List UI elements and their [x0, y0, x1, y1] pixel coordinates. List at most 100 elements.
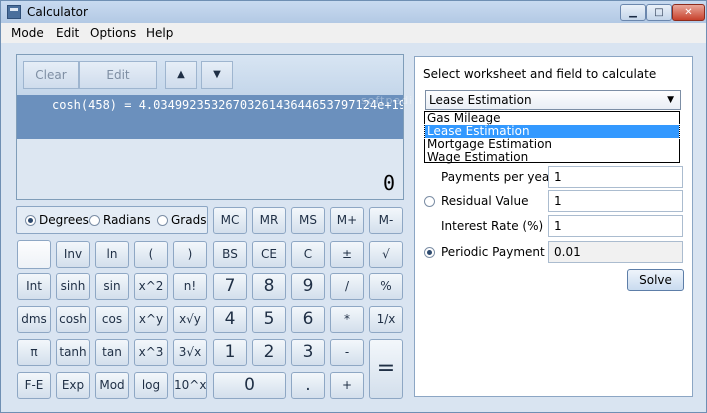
result-display: 0: [17, 139, 403, 199]
worksheet-select[interactable]: Lease Estimation ▼: [425, 90, 681, 110]
digit-1-key[interactable]: 1: [213, 339, 247, 366]
sin-key[interactable]: sin: [95, 273, 129, 300]
percent-key[interactable]: %: [369, 273, 403, 300]
digit-5-key[interactable]: 5: [252, 306, 286, 333]
digit-3-key[interactable]: 3: [291, 339, 325, 366]
radians-radio-indicator[interactable]: [89, 214, 100, 226]
payments-per-year-input[interactable]: 1: [548, 166, 683, 188]
inv-key[interactable]: Inv: [56, 241, 90, 268]
worksheet-header: Select worksheet and field to calculate: [423, 67, 657, 81]
factorial-key[interactable]: n!: [173, 273, 207, 300]
cos-key[interactable]: cos: [95, 306, 129, 333]
history-up-button[interactable]: ▲: [165, 61, 197, 89]
y-root-x-key[interactable]: x√y: [173, 306, 207, 333]
option-wage-estimation[interactable]: Wage Estimation: [425, 151, 679, 164]
equals-key[interactable]: =: [369, 339, 403, 399]
digit-6-key[interactable]: 6: [291, 306, 325, 333]
backspace-key[interactable]: BS: [213, 241, 247, 268]
payments-per-year-label: Payments per year: [441, 170, 555, 184]
residual-value-radio[interactable]: [424, 195, 435, 207]
history-list[interactable]: cosh(458) = 4.03499235326703261436446537…: [17, 95, 403, 139]
x-squared-key[interactable]: x^2: [134, 273, 168, 300]
exp-key[interactable]: Exp: [56, 372, 90, 399]
close-paren-key[interactable]: ): [173, 241, 207, 268]
clear-history-button[interactable]: Clear: [23, 61, 79, 89]
angle-mode-group: Degrees Radians Grads: [16, 206, 208, 234]
multiply-key[interactable]: *: [330, 306, 364, 333]
grads-label: Grads: [171, 213, 207, 227]
history-toolbar: Clear Edit ▲ ▼: [17, 55, 403, 95]
log-key[interactable]: log: [134, 372, 168, 399]
mc-key[interactable]: MC: [213, 207, 247, 234]
tanh-key[interactable]: tanh: [56, 339, 90, 366]
ce-key[interactable]: CE: [252, 241, 286, 268]
plus-minus-key[interactable]: ±: [330, 241, 364, 268]
menu-options[interactable]: Options: [90, 26, 136, 40]
grads-radio[interactable]: Grads: [157, 213, 206, 227]
ln-key[interactable]: ln: [95, 241, 129, 268]
menu-mode[interactable]: Mode: [11, 26, 44, 40]
m-minus-key[interactable]: M-: [369, 207, 403, 234]
periodic-payment-radio[interactable]: [424, 246, 435, 258]
menu-help[interactable]: Help: [146, 26, 173, 40]
digit-8-key[interactable]: 8: [252, 273, 286, 300]
pi-key[interactable]: π: [17, 339, 51, 366]
m-plus-key[interactable]: M+: [330, 207, 364, 234]
periodic-payment-row[interactable]: Periodic Payment: [424, 245, 545, 259]
radians-label: Radians: [103, 213, 151, 227]
cosh-key[interactable]: cosh: [56, 306, 90, 333]
divide-key[interactable]: /: [330, 273, 364, 300]
solve-button[interactable]: Solve: [627, 269, 684, 291]
history-entry[interactable]: cosh(458) = 4.03499235326703261436446537…: [52, 98, 403, 112]
menu-edit[interactable]: Edit: [56, 26, 79, 40]
maximize-button[interactable]: □: [646, 4, 672, 21]
blank-key[interactable]: [17, 240, 51, 269]
interest-rate-input[interactable]: 1: [548, 215, 683, 237]
grads-radio-indicator[interactable]: [157, 214, 168, 226]
history-down-button[interactable]: ▼: [201, 61, 233, 89]
c-key[interactable]: C: [291, 241, 325, 268]
mod-key[interactable]: Mod: [95, 372, 129, 399]
degrees-radio-indicator[interactable]: [25, 214, 36, 226]
fe-key[interactable]: F-E: [17, 372, 51, 399]
periodic-payment-label: Periodic Payment: [441, 245, 545, 259]
x-pow-y-key[interactable]: x^y: [134, 306, 168, 333]
menu-bar: Mode Edit Options Help: [1, 23, 706, 43]
ten-pow-x-key[interactable]: 10^x: [173, 372, 207, 399]
minimize-button[interactable]: ▁: [620, 4, 646, 21]
worksheet-selected-value: Lease Estimation: [429, 93, 532, 107]
tan-key[interactable]: tan: [95, 339, 129, 366]
open-paren-key[interactable]: (: [134, 241, 168, 268]
dms-key[interactable]: dms: [17, 306, 51, 333]
ms-key[interactable]: MS: [291, 207, 325, 234]
digit-7-key[interactable]: 7: [213, 273, 247, 300]
degrees-radio[interactable]: Degrees: [25, 213, 89, 227]
digit-9-key[interactable]: 9: [291, 273, 325, 300]
watermark: softpedia: [361, 94, 421, 107]
calculator-display-panel: Clear Edit ▲ ▼ cosh(458) = 4.03499235326…: [16, 54, 404, 200]
calculator-app-icon: [7, 5, 21, 19]
digit-4-key[interactable]: 4: [213, 306, 247, 333]
reciprocal-key[interactable]: 1/x: [369, 306, 403, 333]
cube-root-key[interactable]: 3√x: [173, 339, 207, 366]
sqrt-key[interactable]: √: [369, 241, 403, 268]
mr-key[interactable]: MR: [252, 207, 286, 234]
title-bar: Calculator ▁ □ ✕: [1, 1, 706, 23]
periodic-payment-output: 0.01: [548, 241, 683, 263]
decimal-key[interactable]: .: [291, 372, 325, 399]
plus-key[interactable]: +: [330, 372, 364, 399]
worksheet-dropdown-list: Gas Mileage Lease Estimation Mortgage Es…: [424, 111, 680, 164]
minus-key[interactable]: -: [330, 339, 364, 366]
residual-value-row[interactable]: Residual Value: [424, 194, 528, 208]
dropdown-arrow-icon[interactable]: ▼: [667, 91, 674, 109]
degrees-label: Degrees: [39, 213, 89, 227]
digit-0-key[interactable]: 0: [213, 372, 286, 399]
close-button[interactable]: ✕: [672, 4, 705, 21]
edit-history-button[interactable]: Edit: [79, 61, 157, 89]
residual-value-input[interactable]: 1: [548, 190, 683, 212]
digit-2-key[interactable]: 2: [252, 339, 286, 366]
x-cubed-key[interactable]: x^3: [134, 339, 168, 366]
sinh-key[interactable]: sinh: [56, 273, 90, 300]
radians-radio[interactable]: Radians: [89, 213, 151, 227]
int-key[interactable]: Int: [17, 273, 51, 300]
